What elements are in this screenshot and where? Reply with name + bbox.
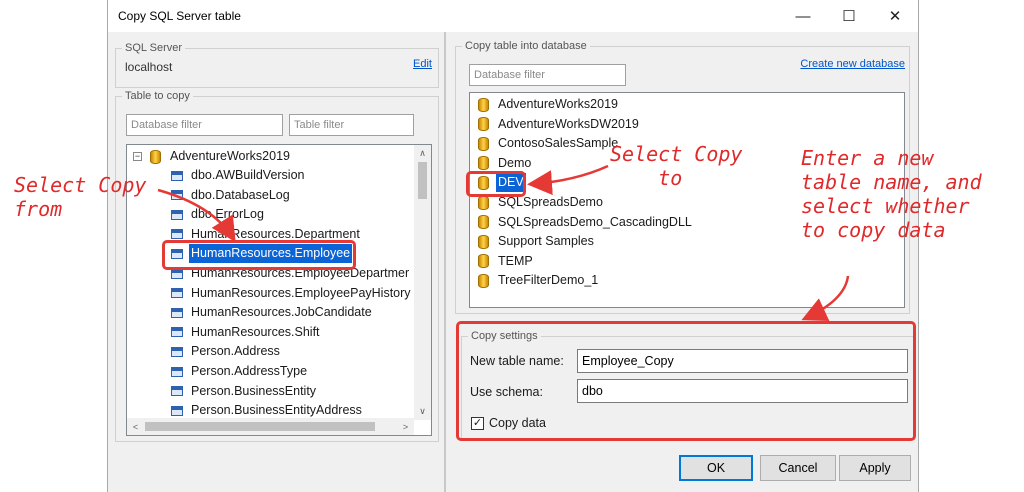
arrow-copy-to [527,164,609,196]
arrow-copy-from [157,188,236,243]
annotation-arrows [157,164,850,321]
arrow-new-table [801,275,850,321]
